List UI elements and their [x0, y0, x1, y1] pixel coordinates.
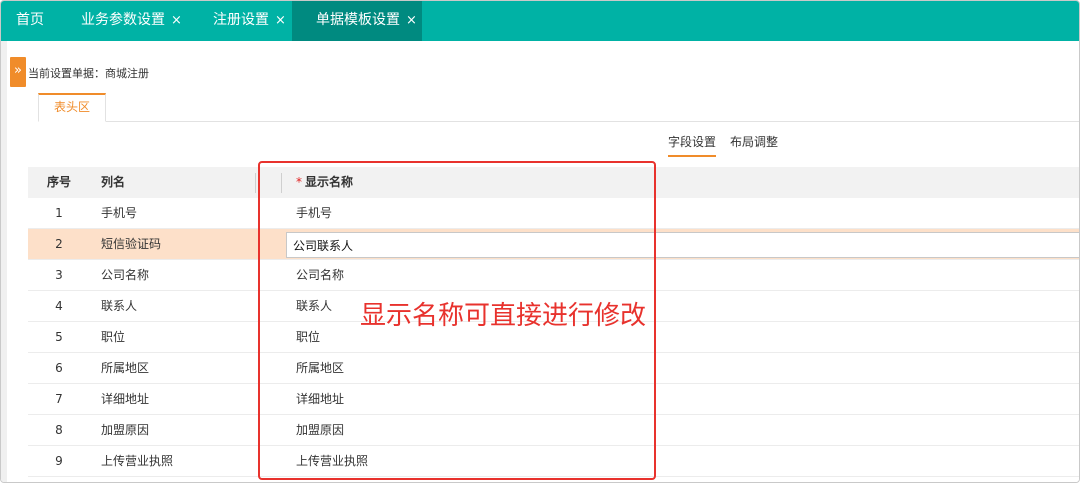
tab-registration-settings[interactable]: 注册设置 × — [213, 1, 286, 41]
table-row[interactable]: 8 加盟原因 加盟原因 — [28, 415, 1079, 446]
main-content: » 当前设置单据：商城注册 表头区 字段设置 布局调整 序号 列名 * 显示名称 … — [1, 41, 1079, 482]
row-index: 4 — [55, 299, 63, 313]
row-index: 2 — [55, 237, 63, 251]
double-chevron-right-icon: » — [14, 63, 22, 78]
row-display-name[interactable]: 详细地址 — [296, 384, 344, 415]
header-index: 序号 — [46, 175, 71, 189]
tab-document-template-settings[interactable]: 单据模板设置 × — [292, 1, 422, 41]
table-header: 序号 列名 * 显示名称 — [28, 167, 1079, 198]
table-row[interactable]: 1 手机号 手机号 — [28, 198, 1079, 229]
header-display-label: 显示名称 — [305, 175, 354, 189]
table-row[interactable]: 9 上传营业执照 上传营业执照 — [28, 446, 1079, 477]
row-index: 1 — [55, 206, 63, 220]
close-icon[interactable]: × — [406, 13, 417, 28]
close-icon[interactable]: × — [171, 13, 182, 28]
table-row[interactable]: 5 职位 职位 — [28, 322, 1079, 353]
row-display-name[interactable]: 上传营业执照 — [296, 446, 368, 477]
row-column-name: 公司名称 — [101, 268, 150, 282]
row-column-name: 加盟原因 — [101, 423, 150, 437]
tab-label: 单据模板设置 — [316, 12, 400, 28]
row-display-name[interactable]: 加盟原因 — [296, 415, 344, 446]
row-index: 9 — [55, 454, 63, 468]
row-column-name: 手机号 — [101, 206, 138, 220]
row-display-name[interactable]: 所属地区 — [296, 353, 344, 384]
row-index: 7 — [55, 392, 63, 406]
tab-header-area[interactable]: 表头区 — [38, 93, 106, 122]
column-divider — [255, 173, 256, 193]
row-display-name[interactable]: 公司名称 — [296, 260, 344, 291]
table-row[interactable]: 7 详细地址 详细地址 — [28, 384, 1079, 415]
row-column-name: 上传营业执照 — [101, 454, 174, 468]
tab-home[interactable]: 首页 — [16, 1, 44, 41]
tab-business-params[interactable]: 业务参数设置 × — [81, 1, 182, 41]
table-row-selected[interactable]: 2 短信验证码 — [28, 229, 1079, 260]
column-divider — [281, 173, 282, 193]
current-document-label: 当前设置单据：商城注册 — [28, 67, 149, 80]
app-window: 首页 业务参数设置 × 注册设置 × 单据模板设置 × » 当前设置单据：商城注册 表… — [0, 0, 1080, 483]
close-icon[interactable]: × — [275, 13, 286, 28]
tab-label: 首页 — [16, 12, 44, 28]
top-tab-bar: 首页 业务参数设置 × 注册设置 × 单据模板设置 × — [1, 1, 1079, 41]
table-row[interactable]: 6 所属地区 所属地区 — [28, 353, 1079, 384]
header-display-name: * 显示名称 — [296, 167, 353, 198]
row-index: 6 — [55, 361, 63, 375]
table-row[interactable]: 4 联系人 联系人 — [28, 291, 1079, 322]
table-row[interactable]: 3 公司名称 公司名称 — [28, 260, 1079, 291]
tab-label: 业务参数设置 — [81, 12, 165, 28]
field-settings-tab[interactable]: 字段设置 — [668, 133, 717, 157]
row-display-name[interactable]: 手机号 — [296, 198, 332, 229]
row-index: 5 — [55, 330, 63, 344]
row-column-name: 所属地区 — [101, 361, 150, 375]
row-column-name: 联系人 — [101, 299, 138, 313]
sub-tab-divider — [38, 121, 1079, 122]
display-name-input[interactable] — [286, 232, 1079, 258]
left-strip — [1, 41, 7, 482]
row-index: 8 — [55, 423, 63, 437]
row-column-name: 详细地址 — [101, 392, 150, 406]
row-index: 3 — [55, 268, 63, 282]
row-display-name[interactable]: 职位 — [296, 322, 320, 353]
expand-sidebar-button[interactable]: » — [10, 57, 26, 87]
tab-label: 注册设置 — [213, 12, 269, 28]
row-column-name: 职位 — [101, 330, 126, 344]
row-display-name[interactable]: 联系人 — [296, 291, 332, 322]
layout-adjust-tab[interactable]: 布局调整 — [730, 133, 778, 150]
header-column: 列名 — [101, 175, 126, 189]
required-mark: * — [296, 175, 302, 189]
row-column-name: 短信验证码 — [101, 237, 162, 251]
